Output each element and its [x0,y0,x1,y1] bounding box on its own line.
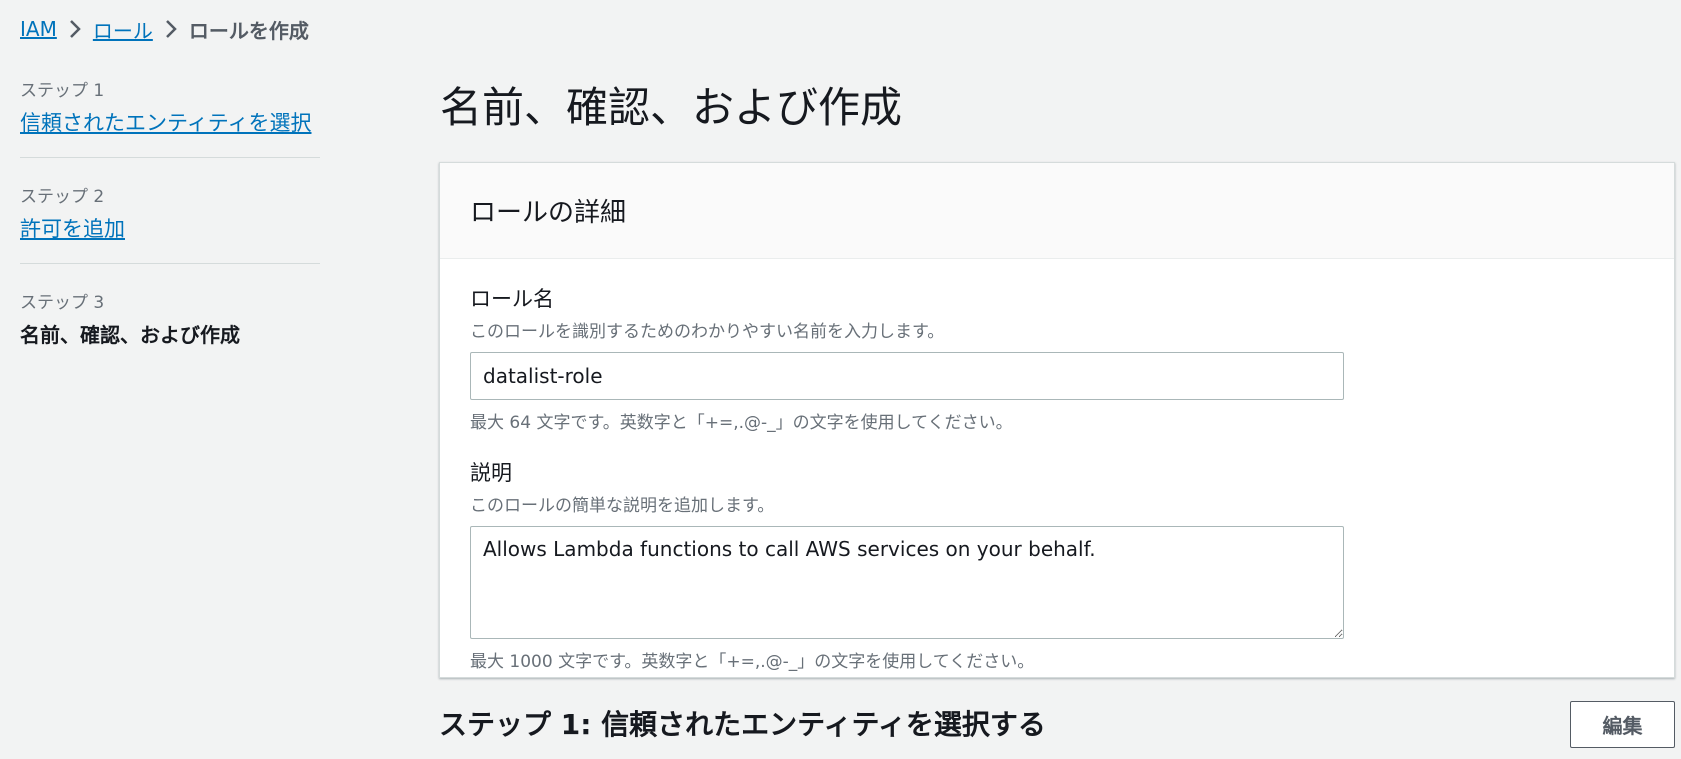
wizard-steps-nav: ステップ 1 信頼されたエンティティを選択 ステップ 2 許可を追加 ステップ … [20,70,320,368]
breadcrumb-link-iam[interactable]: IAM [20,17,57,41]
breadcrumb: IAM ロール ロールを作成 [20,14,309,44]
role-name-group: ロール名 このロールを識別するためのわかりやすい名前を入力します。 最大 64 … [470,283,1644,433]
chevron-right-icon [153,14,189,44]
step-link-select-trusted-entity[interactable]: 信頼されたエンティティを選択 [20,111,311,135]
step-number-label: ステップ 3 [20,293,105,313]
role-description-group: 説明 このロールの簡単な説明を追加します。 Allows Lambda func… [470,457,1644,672]
step-number-label: ステップ 1 [20,81,105,101]
role-details-panel: ロールの詳細 ロール名 このロールを識別するためのわかりやすい名前を入力します。… [439,162,1675,678]
step-link-add-permissions[interactable]: 許可を追加 [20,217,125,241]
breadcrumb-link-roles[interactable]: ロール [93,15,153,44]
description-constraint-hint: 最大 1000 文字です。英数字と「+=,.@-_」の文字を使用してください。 [470,652,1035,672]
panel-title: ロールの詳細 [470,198,627,228]
role-name-constraint-hint: 最大 64 文字です。英数字と「+=,.@-_」の文字を使用してください。 [470,413,1013,433]
panel-header: ロールの詳細 [440,163,1674,259]
wizard-step-2: ステップ 2 許可を追加 [20,157,320,263]
breadcrumb-current: ロールを作成 [188,18,309,43]
step-number-label: ステップ 2 [20,187,105,207]
description-label: 説明 [470,461,512,485]
role-name-input[interactable] [470,352,1344,400]
role-name-description: このロールを識別するためのわかりやすい名前を入力します。 [470,322,945,342]
description-textarea[interactable]: Allows Lambda functions to call AWS serv… [470,526,1344,639]
step1-section-title: ステップ 1: 信頼されたエンティティを選択する [439,708,1046,741]
page-title: 名前、確認、および作成 [440,83,903,132]
step-current-label: 名前、確認、および作成 [20,323,240,347]
panel-body: ロール名 このロールを識別するためのわかりやすい名前を入力します。 最大 64 … [440,259,1674,672]
role-name-label: ロール名 [470,287,554,311]
chevron-right-icon [57,14,93,44]
description-help-text: このロールの簡単な説明を追加します。 [470,496,775,516]
wizard-step-1: ステップ 1 信頼されたエンティティを選択 [20,70,320,157]
edit-step1-button[interactable]: 編集 [1570,701,1675,748]
wizard-step-3: ステップ 3 名前、確認、および作成 [20,263,320,368]
